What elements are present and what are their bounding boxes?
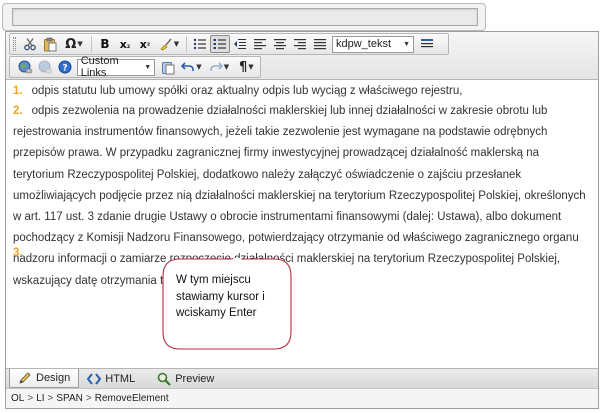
subscript-button[interactable]: x₂: [115, 35, 135, 53]
chevron-down-icon: ▼: [248, 63, 254, 71]
bold-button[interactable]: B: [95, 35, 115, 53]
list-item-number: 2.: [13, 105, 23, 117]
toolbar-separator: [186, 36, 187, 52]
custom-links-dropdown[interactable]: Custom Links ▼: [76, 55, 156, 79]
list-item: 3.: [13, 243, 593, 264]
list-item: 1. odpis statutu lub umowy spółki oraz ak…: [13, 81, 593, 102]
redo-button[interactable]: ▼: [205, 58, 232, 76]
outdent-icon: [234, 39, 246, 49]
superscript-button[interactable]: x²: [135, 35, 155, 53]
pilcrow-icon: ¶: [238, 59, 248, 75]
list-item-number: 1.: [13, 85, 23, 97]
special-character-button[interactable]: Ω ▼: [60, 35, 88, 53]
bulleted-list-button[interactable]: [190, 35, 210, 53]
align-center-icon: [274, 39, 286, 50]
css-class-value: kdpw_tekst: [336, 38, 392, 50]
path-item-ol[interactable]: OL: [11, 393, 24, 404]
undo-icon: [181, 62, 195, 71]
toolbar-grip[interactable]: [13, 37, 16, 51]
chevron-down-icon: ▼: [77, 40, 83, 48]
css-class-dropdown[interactable]: kdpw_tekst ▼: [332, 35, 414, 53]
subscript-icon: x₂: [120, 38, 131, 51]
chevron-down-icon: ▼: [403, 40, 410, 48]
element-path-bar: OL > LI > SPAN > RemoveElement: [6, 388, 598, 408]
chevron-down-icon: ▼: [144, 63, 152, 71]
superscript-icon: x²: [140, 38, 151, 51]
rich-text-editor: Ω ▼ B x₂ x² ▼ kdpw_tekst ▼ ? Custom Link…: [5, 31, 599, 409]
show-formatting-button[interactable]: ¶ ▼: [233, 58, 260, 76]
chevron-down-icon: ▼: [196, 63, 202, 71]
superscript-base: x: [139, 37, 147, 51]
cut-button[interactable]: [20, 35, 40, 53]
help-icon: ?: [58, 60, 72, 74]
bold-icon: B: [100, 37, 110, 51]
help-button[interactable]: ?: [55, 58, 75, 76]
code-brackets-icon: [87, 372, 102, 385]
align-right-icon: [294, 39, 306, 50]
svg-text:?: ?: [62, 64, 67, 74]
list-item-number: 3.: [13, 247, 23, 259]
toolbar-separator: [91, 36, 92, 52]
tab-preview-label: Preview: [175, 372, 215, 385]
align-left-icon: [254, 39, 266, 50]
toolbar-row-formatting: Ω ▼ B x₂ x² ▼ kdpw_tekst ▼: [9, 33, 449, 55]
editor-toolbar: Ω ▼ B x₂ x² ▼ kdpw_tekst ▼ ? Custom Link…: [6, 32, 598, 80]
subscript-base: x: [119, 37, 127, 51]
editor-mode-bar: Design HTML Preview: [6, 368, 598, 388]
toolbar-row-links: ? Custom Links ▼ ▼ ▼ ¶ ▼: [9, 55, 261, 79]
undo-button[interactable]: ▼: [178, 58, 205, 76]
path-item-remove-element[interactable]: RemoveElement: [95, 393, 169, 404]
title-input[interactable]: [12, 8, 478, 26]
align-center-button[interactable]: [270, 35, 290, 53]
brush-icon: [160, 38, 172, 51]
omega-icon: Ω: [65, 36, 77, 52]
tab-design-label: Design: [36, 372, 71, 384]
subscript-index: ₂: [126, 40, 131, 50]
paragraph-style-button[interactable]: [417, 35, 437, 53]
remove-link-button[interactable]: [36, 58, 56, 76]
align-justify-icon: [314, 39, 326, 50]
tab-html-label: HTML: [105, 372, 136, 385]
path-separator: >: [47, 393, 54, 404]
paste-button[interactable]: [40, 35, 60, 53]
clipboard-icon: [44, 37, 57, 51]
outdent-button[interactable]: [230, 35, 250, 53]
globe-link-icon: [18, 60, 33, 73]
text-cursor: [229, 272, 233, 286]
paste-document-icon: [161, 61, 175, 74]
paragraph-lines-icon: [421, 39, 433, 48]
align-left-button[interactable]: [250, 35, 270, 53]
pencil-icon: [19, 372, 31, 384]
globe-unlink-icon: [38, 60, 53, 73]
chevron-down-icon: ▼: [223, 63, 230, 71]
superscript-index: ²: [146, 40, 151, 50]
tab-design[interactable]: Design: [9, 369, 80, 388]
scissors-icon: [24, 38, 36, 51]
title-field-frame: [2, 3, 486, 31]
magnifier-icon: [157, 372, 171, 386]
numbered-list-icon: [213, 39, 226, 49]
chevron-down-icon: ▼: [173, 40, 180, 48]
path-separator: >: [85, 393, 92, 404]
path-separator: >: [27, 393, 34, 404]
bullet-list-icon: [193, 38, 206, 50]
clear-format-button[interactable]: ▼: [155, 35, 183, 53]
path-item-li[interactable]: LI: [36, 393, 44, 404]
editor-content-area[interactable]: 1. odpis statutu lub umowy spółki oraz ak…: [6, 81, 598, 372]
insert-link-button[interactable]: [16, 58, 36, 76]
redo-icon: [209, 62, 223, 71]
path-item-span[interactable]: SPAN: [56, 393, 83, 404]
list-item-text: odpis statutu lub umowy spółki oraz aktu…: [31, 85, 463, 97]
numbered-list-button[interactable]: [210, 35, 230, 53]
tab-html[interactable]: HTML: [79, 369, 143, 388]
align-right-button[interactable]: [290, 35, 310, 53]
justify-button[interactable]: [310, 35, 330, 53]
paste-from-word-button[interactable]: [158, 58, 178, 76]
custom-links-value: Custom Links: [80, 55, 119, 79]
tab-preview[interactable]: Preview: [149, 369, 222, 388]
